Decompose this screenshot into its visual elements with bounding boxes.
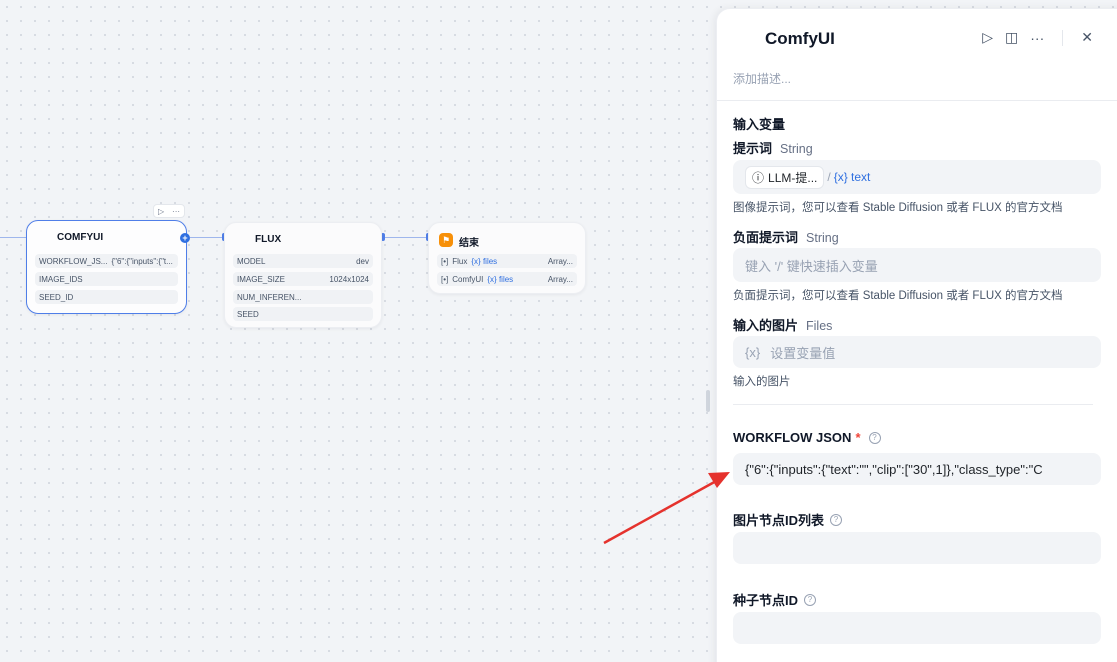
prompt-hint: 图像提示词，您可以查看 Stable Diffusion 或者 FLUX 的官方… [733, 202, 1063, 214]
node-title: 结束 [459, 238, 479, 249]
edge-comfyui-flux [190, 237, 224, 238]
field-label: 图片节点ID列表 [733, 513, 825, 528]
field-label: 输入的图片 [733, 318, 799, 333]
node-row: SEED [233, 307, 373, 321]
node-title: COMFYUI [57, 232, 104, 243]
variable-chip[interactable]: ⓘ LLM-提... [745, 165, 825, 189]
divider [717, 100, 1117, 101]
row-value: {"6":{"inputs":{"t... [111, 256, 173, 266]
run-icon[interactable]: ▷ [982, 29, 993, 46]
row-value: dev [356, 256, 369, 266]
row-label: IMAGE_SIZE [237, 274, 286, 284]
required-mark: * [855, 430, 861, 445]
row-label: MODEL [237, 256, 266, 266]
input-image-field[interactable]: {x} 设置变量值 [733, 336, 1101, 368]
field-placeholder: 键入 '/' 键快速插入变量 [745, 258, 878, 274]
row-label: WORKFLOW_JS... [39, 256, 108, 266]
close-icon[interactable]: ✕ [1081, 29, 1093, 46]
seed-node-id-field[interactable] [733, 612, 1101, 644]
negative-prompt-label: 负面提示词 String [733, 227, 839, 246]
field-type: String [806, 231, 839, 245]
llm-node-icon: ⓘ [752, 170, 765, 185]
divider [733, 404, 1093, 405]
more-icon[interactable]: ··· [1030, 30, 1044, 46]
field-value: {"6":{"inputs":{"text":"","clip":["30",1… [745, 461, 1043, 477]
split-view-icon[interactable]: ◫ [1005, 29, 1018, 46]
flux-node[interactable]: FLUX MODEL dev IMAGE_SIZE 1024x1024 NUM_… [224, 222, 382, 328]
add-node-icon[interactable]: + [180, 233, 190, 243]
comfyui-node[interactable]: COMFYUI WORKFLOW_JS... {"6":{"inputs":{"… [26, 220, 187, 314]
image-node-ids-label: 图片节点ID列表 ? [733, 510, 843, 529]
negative-prompt-field[interactable]: 键入 '/' 键快速插入变量 [733, 248, 1101, 282]
row-label: NUM_INFEREN... [237, 292, 302, 302]
field-type: Files [806, 319, 833, 333]
end-node[interactable]: ⚑ 结束 [•] Flux {x} files Array... [•] Com… [428, 222, 586, 294]
row-var: {x} files [471, 256, 498, 266]
help-icon[interactable]: ? [804, 593, 817, 606]
node-settings-panel: ComfyUI ▷ ◫ ··· ✕ 添加描述... 输入变量 提示词 Strin… [716, 8, 1117, 662]
chip-source: LLM-提... [768, 170, 818, 185]
chip-separator: / [827, 170, 831, 184]
node-title: FLUX [255, 234, 282, 245]
image-node-ids-field[interactable] [733, 532, 1101, 564]
row-label: SEED [237, 309, 259, 319]
node-row: NUM_INFEREN... [233, 290, 373, 304]
node-row: SEED_ID [35, 290, 178, 304]
row-label: ComfyUI [452, 274, 484, 284]
field-type: String [780, 142, 813, 156]
node-row: IMAGE_SIZE 1024x1024 [233, 272, 373, 286]
more-icon[interactable]: ··· [172, 207, 180, 216]
panel-title: ComfyUI [765, 29, 835, 48]
node-row: [•] ComfyUI {x} files Array... [437, 272, 577, 286]
field-label: 负面提示词 [733, 230, 799, 245]
workflow-json-label: WORKFLOW JSON * ? [733, 430, 881, 445]
prompt-field[interactable]: ⓘ LLM-提... / {x} text [733, 160, 1101, 194]
field-label: 提示词 [733, 141, 773, 156]
workflow-canvas[interactable]: ▷ ··· COMFYUI WORKFLOW_JS... {"6":{"inpu… [0, 0, 717, 662]
chip-variable: {x} text [833, 170, 871, 184]
variable-icon: {x} [745, 344, 761, 360]
row-label: IMAGE_IDS [39, 274, 83, 284]
prompt-label: 提示词 String [733, 138, 813, 157]
node-row: [•] Flux {x} files Array... [437, 254, 577, 268]
field-placeholder: 设置变量值 [770, 345, 836, 361]
input-image-label: 输入的图片 Files [733, 315, 832, 334]
run-node-icon[interactable]: ▷ [158, 207, 164, 216]
workflow-json-field[interactable]: {"6":{"inputs":{"text":"","clip":["30",1… [733, 453, 1101, 485]
help-icon[interactable]: ? [830, 513, 843, 526]
row-label: SEED_ID [39, 292, 74, 302]
help-icon[interactable]: ? [868, 431, 881, 444]
variable-icon: [•] [441, 256, 449, 266]
input-image-hint: 输入的图片 [733, 376, 791, 388]
node-row: WORKFLOW_JS... {"6":{"inputs":{"t... [35, 254, 178, 268]
panel-actions: ▷ ◫ ··· ✕ [982, 29, 1093, 46]
row-value: Array... [547, 256, 573, 266]
panel-resize-handle[interactable] [706, 390, 710, 412]
row-value: 1024x1024 [329, 274, 369, 284]
edge-flux-end [382, 237, 428, 238]
node-row: MODEL dev [233, 254, 373, 268]
end-flag-icon: ⚑ [439, 233, 453, 247]
section-title: 输入变量 [733, 117, 786, 132]
row-value: Array... [547, 274, 573, 284]
negative-prompt-hint: 负面提示词，您可以查看 Stable Diffusion 或者 FLUX 的官方… [733, 290, 1063, 302]
variable-icon: [•] [441, 274, 449, 284]
edge-input-comfyui [0, 237, 26, 238]
description-input[interactable]: 添加描述... [733, 70, 791, 87]
field-label: 种子节点ID [733, 593, 799, 608]
field-label: WORKFLOW JSON [733, 430, 852, 445]
divider [1062, 29, 1064, 46]
node-toolbar: ▷ ··· [153, 204, 185, 218]
row-var: {x} files [487, 274, 514, 284]
node-row: IMAGE_IDS [35, 272, 178, 286]
seed-node-id-label: 种子节点ID ? [733, 590, 817, 609]
row-label: Flux [452, 256, 468, 266]
